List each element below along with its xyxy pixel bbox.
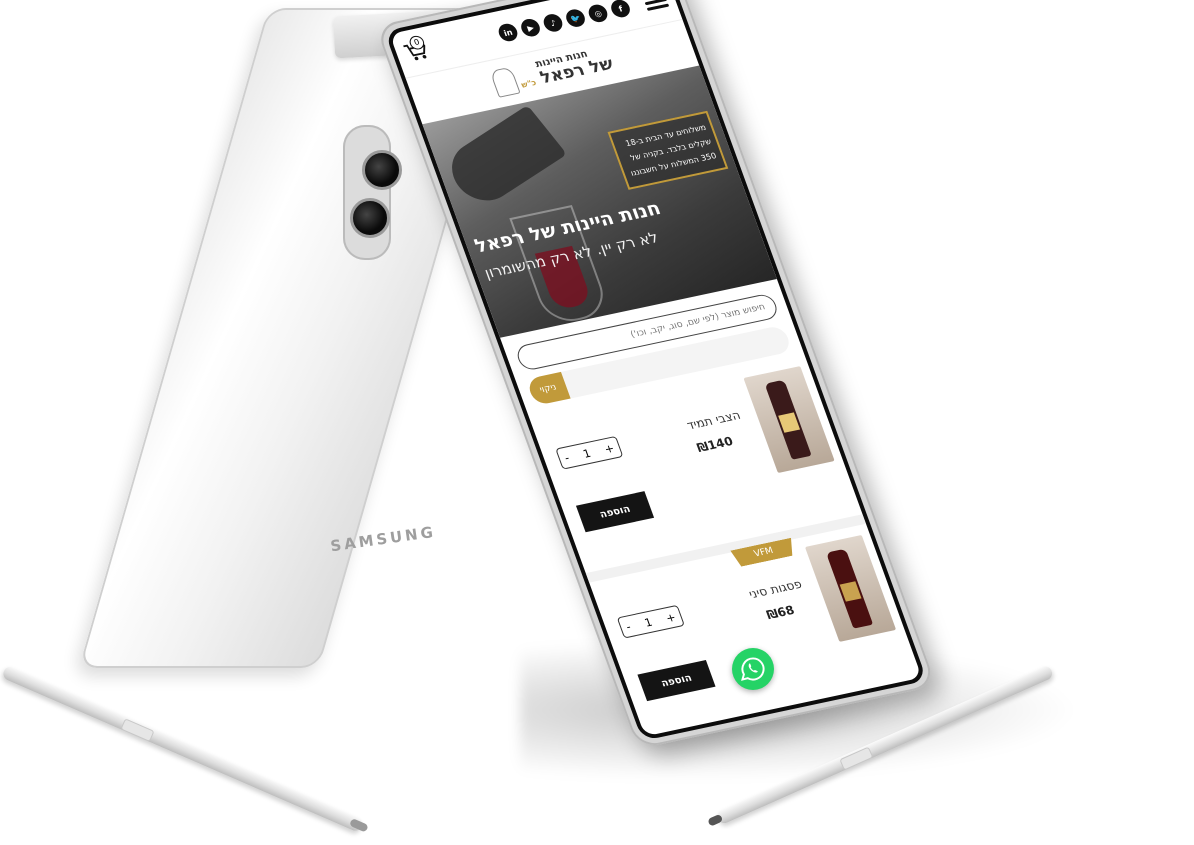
s-pen-tip [707,813,724,827]
product-mockup-scene: SAMSUNG f ◎ 🐦 ♪ ▶ in 0 חנות היינות של רפ… [0,0,1194,845]
product-price: ₪140 [694,434,735,455]
instagram-icon[interactable]: ◎ [586,2,610,24]
s-pen-tip [349,818,369,833]
camera-lens-icon [362,150,402,190]
product-image[interactable] [743,366,835,473]
tiktok-icon[interactable]: ♪ [541,12,565,34]
s-pen-left [1,664,369,833]
add-to-cart-button[interactable]: הוספה [637,660,716,702]
quantity-value[interactable]: 1 [643,615,654,629]
increment-button[interactable]: + [603,441,617,455]
product-image[interactable] [804,534,897,642]
camera-module [343,125,391,260]
add-to-cart-button[interactable]: הוספה [575,491,655,533]
decrement-button[interactable]: - [624,620,632,633]
product-name[interactable]: הצבי תמיד [685,408,742,432]
shipping-notice: משלוחים עד הבית ב-18 שקלים בלבד. בקניה ש… [607,110,729,190]
quantity-stepper: - 1 + [555,435,624,470]
product-name[interactable]: פסגות סיני [747,577,804,601]
linkedin-icon[interactable]: in [496,22,520,43]
increment-button[interactable]: + [664,610,678,624]
cart-button[interactable]: 0 [402,34,430,64]
logo-kosher-mark: כ"ש [519,77,538,90]
facebook-icon[interactable]: f [608,0,633,19]
camera-lens-icon [350,198,390,238]
hamburger-menu-icon[interactable] [642,0,670,11]
s-pen-button [120,718,155,743]
product-price: ₪68 [764,603,797,623]
youtube-icon[interactable]: ▶ [518,17,543,39]
phone-screen: f ◎ 🐦 ♪ ▶ in 0 חנות היינות של רפאל כ"ש מ… [384,0,928,741]
front-phone-body: f ◎ 🐦 ♪ ▶ in 0 חנות היינות של רפאל כ"ש מ… [375,0,937,750]
whatsapp-chat-button[interactable] [732,648,774,690]
whatsapp-icon [741,657,765,681]
quantity-value[interactable]: 1 [581,446,592,460]
decrement-button[interactable]: - [563,451,571,464]
twitter-icon[interactable]: 🐦 [563,7,588,29]
hero-bottle-image [439,105,568,212]
quantity-stepper: - 1 + [616,604,685,639]
